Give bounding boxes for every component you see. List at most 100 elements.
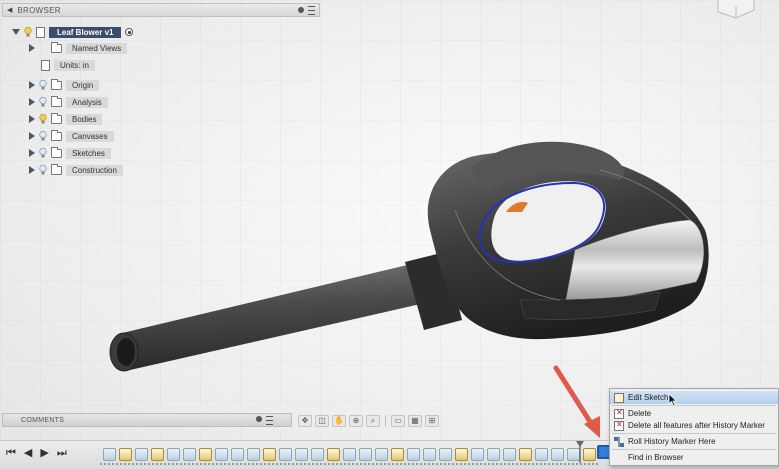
timeline-feature[interactable] [247, 447, 260, 461]
panel-menu-icon[interactable] [266, 415, 273, 425]
timeline-feature[interactable] [327, 447, 340, 461]
timeline-feature[interactable] [215, 447, 228, 461]
folder-icon [51, 95, 62, 107]
timeline-feature[interactable] [471, 447, 484, 461]
menu-item-delete-after-marker[interactable]: Delete all features after History Marker [610, 419, 778, 432]
tree-root-label[interactable]: Leaf Blower v1 [49, 26, 122, 38]
expand-arrow-icon[interactable] [29, 115, 35, 123]
folder-icon [51, 146, 62, 158]
timeline-feature[interactable] [295, 447, 308, 461]
tree-item-canvases[interactable]: Canvases [29, 129, 114, 143]
timeline-feature[interactable] [151, 447, 164, 461]
browser-title: BROWSER [17, 5, 61, 15]
visibility-bulb-icon[interactable] [39, 165, 47, 175]
tree-item-construction[interactable]: Construction [29, 163, 123, 177]
expand-arrow-icon[interactable] [29, 132, 35, 140]
timeline-playback-controls: ⏮ ◀ ▶ ⏭ [6, 448, 67, 459]
timeline-feature[interactable] [119, 447, 132, 461]
timeline-feature[interactable] [455, 447, 468, 461]
orbit-icon[interactable]: ✥ [298, 415, 312, 427]
visibility-bulb-icon[interactable] [39, 148, 47, 158]
tree-item-bodies[interactable]: Bodies [29, 112, 103, 126]
tree-item-sketches[interactable]: Sketches [29, 146, 111, 160]
timeline-feature[interactable] [535, 447, 548, 461]
go-to-end-icon[interactable]: ⏭ [57, 448, 67, 459]
menu-divider [612, 433, 776, 434]
comments-label: COMMENTS [21, 416, 65, 424]
timeline-feature[interactable] [519, 447, 532, 461]
visibility-bulb-icon[interactable] [39, 131, 47, 141]
timeline-feature[interactable] [343, 447, 356, 461]
tree-item-units[interactable]: Units: in [41, 58, 95, 72]
tree-item-origin[interactable]: Origin [29, 78, 100, 92]
expand-arrow-icon[interactable] [12, 29, 20, 35]
tree-item-named-views[interactable]: Named Views [29, 41, 128, 55]
tree-item-label: Units: in [54, 59, 95, 71]
timeline-feature[interactable] [391, 447, 404, 461]
timeline-feature[interactable] [199, 447, 212, 461]
folder-icon [51, 163, 62, 175]
timeline-feature[interactable] [487, 447, 500, 461]
fit-icon[interactable]: ⌕ [366, 415, 380, 427]
expand-arrow-icon[interactable] [29, 81, 35, 89]
timeline-feature[interactable] [135, 447, 148, 461]
menu-divider [612, 449, 776, 450]
visibility-bulb-icon[interactable] [39, 114, 47, 124]
timeline-feature[interactable] [407, 447, 420, 461]
menu-item-label: Delete [628, 409, 652, 418]
browser-panel: ◀ BROWSER Leaf Blower v1 Named Views Uni… [2, 3, 320, 183]
timeline-feature[interactable] [551, 447, 564, 461]
navigation-toolbar: ✥ ◫ ✋ ⊕ ⌕ ▭ ▦ ⊞ [298, 413, 474, 429]
expand-arrow-icon[interactable] [29, 149, 35, 157]
timeline-feature[interactable] [279, 447, 292, 461]
timeline-feature[interactable] [423, 447, 436, 461]
step-back-icon[interactable]: ◀ [24, 448, 32, 459]
tree-root-row[interactable]: Leaf Blower v1 [12, 25, 134, 39]
activate-radio-icon[interactable] [125, 28, 134, 36]
mouse-cursor-icon [668, 393, 678, 407]
tree-item-label: Analysis [66, 96, 108, 108]
tree-item-analysis[interactable]: Analysis [29, 95, 108, 109]
tree-item-label: Construction [66, 164, 123, 176]
grid-settings-icon[interactable]: ▦ [408, 415, 422, 427]
viewports-icon[interactable]: ⊞ [425, 415, 439, 427]
timeline-feature[interactable] [103, 447, 116, 461]
timeline-feature[interactable] [231, 447, 244, 461]
timeline-feature[interactable] [359, 447, 372, 461]
comments-panel[interactable]: COMMENTS [2, 413, 292, 427]
visibility-bulb-icon[interactable] [39, 80, 47, 90]
visibility-bulb-icon[interactable] [24, 27, 32, 37]
timeline-feature[interactable] [183, 447, 196, 461]
timeline-feature[interactable] [439, 447, 452, 461]
timeline-features [103, 446, 608, 462]
pan-icon[interactable]: ✋ [332, 415, 346, 427]
pin-icon[interactable] [298, 7, 304, 13]
expand-arrow-icon[interactable] [29, 166, 35, 174]
menu-divider [612, 405, 776, 406]
browser-header[interactable]: ◀ BROWSER [2, 3, 320, 17]
timeline-feature[interactable] [311, 447, 324, 461]
timeline-feature[interactable] [503, 447, 516, 461]
timeline-feature[interactable] [375, 447, 388, 461]
history-marker-icon[interactable] [575, 440, 585, 464]
expand-arrow-icon[interactable] [29, 98, 35, 106]
expand-arrow-icon[interactable] [29, 44, 35, 52]
menu-item-roll-history-marker[interactable]: Roll History Marker Here [610, 435, 778, 448]
zoom-icon[interactable]: ⊕ [349, 415, 363, 427]
collapse-arrow-icon[interactable]: ◀ [7, 6, 12, 14]
menu-item-find-in-browser[interactable]: Find in Browser [610, 451, 778, 464]
add-comment-icon[interactable] [256, 415, 262, 422]
display-settings-icon[interactable]: ▭ [391, 415, 405, 427]
timeline-track[interactable] [100, 463, 600, 465]
menu-item-edit-sketch[interactable]: Edit Sketch [610, 391, 778, 404]
play-icon[interactable]: ▶ [40, 448, 48, 459]
timeline-feature[interactable] [263, 447, 276, 461]
toolbar-divider [385, 415, 386, 427]
document-settings-icon [41, 59, 50, 71]
go-to-start-icon[interactable]: ⏮ [6, 448, 16, 459]
folder-icon [51, 129, 62, 141]
timeline-feature[interactable] [167, 447, 180, 461]
visibility-bulb-icon[interactable] [39, 97, 47, 107]
look-at-icon[interactable]: ◫ [315, 415, 329, 427]
panel-menu-icon[interactable] [308, 5, 315, 15]
